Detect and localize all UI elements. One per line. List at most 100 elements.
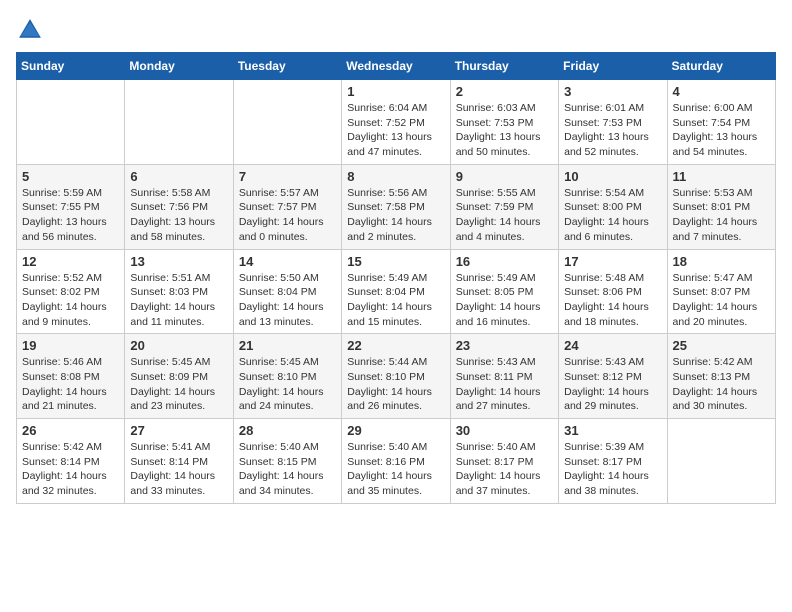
day-number: 30 [456, 423, 553, 438]
week-row-4: 19 Sunrise: 5:46 AMSunset: 8:08 PMDayligh… [17, 334, 776, 419]
day-number: 8 [347, 169, 444, 184]
day-cell-27: 27 Sunrise: 5:41 AMSunset: 8:14 PMDayligh… [125, 419, 233, 504]
day-info: Sunrise: 5:49 AMSunset: 8:05 PMDaylight:… [456, 271, 553, 330]
day-number: 31 [564, 423, 661, 438]
weekday-header-row: SundayMondayTuesdayWednesdayThursdayFrid… [17, 53, 776, 80]
day-info: Sunrise: 5:44 AMSunset: 8:10 PMDaylight:… [347, 355, 444, 414]
day-number: 10 [564, 169, 661, 184]
empty-cell [233, 80, 341, 165]
day-cell-30: 30Sunrise: 5:40 AMSunset: 8:17 PMDayligh… [450, 419, 558, 504]
day-cell-1: 1 Sunrise: 6:04 AMSunset: 7:52 PMDaylight… [342, 80, 450, 165]
day-info: Sunrise: 5:45 AMSunset: 8:09 PMDaylight:… [130, 355, 227, 414]
day-info: Sunrise: 5:43 AMSunset: 8:11 PMDaylight:… [456, 355, 553, 414]
day-number: 29 [347, 423, 444, 438]
day-info: Sunrise: 5:47 AMSunset: 8:07 PMDaylight:… [673, 271, 770, 330]
day-cell-17: 17 Sunrise: 5:48 AMSunset: 8:06 PMDayligh… [559, 249, 667, 334]
day-cell-5: 5 Sunrise: 5:59 AMSunset: 7:55 PMDaylight… [17, 164, 125, 249]
day-cell-18: 18 Sunrise: 5:47 AMSunset: 8:07 PMDayligh… [667, 249, 775, 334]
weekday-monday: Monday [125, 53, 233, 80]
day-info: Sunrise: 6:01 AMSunset: 7:53 PMDaylight:… [564, 101, 661, 160]
weekday-thursday: Thursday [450, 53, 558, 80]
day-cell-23: 23 Sunrise: 5:43 AMSunset: 8:11 PMDayligh… [450, 334, 558, 419]
weekday-sunday: Sunday [17, 53, 125, 80]
day-info: Sunrise: 5:55 AMSunset: 7:59 PMDaylight:… [456, 186, 553, 245]
day-info: Sunrise: 5:52 AMSunset: 8:02 PMDaylight:… [22, 271, 119, 330]
day-number: 1 [347, 84, 444, 99]
day-number: 4 [673, 84, 770, 99]
weekday-friday: Friday [559, 53, 667, 80]
day-info: Sunrise: 5:58 AMSunset: 7:56 PMDaylight:… [130, 186, 227, 245]
week-row-5: 26Sunrise: 5:42 AMSunset: 8:14 PMDayligh… [17, 419, 776, 504]
day-number: 22 [347, 338, 444, 353]
logo [16, 16, 48, 44]
day-info: Sunrise: 6:04 AMSunset: 7:52 PMDaylight:… [347, 101, 444, 160]
day-number: 5 [22, 169, 119, 184]
day-cell-10: 10 Sunrise: 5:54 AMSunset: 8:00 PMDayligh… [559, 164, 667, 249]
day-cell-24: 24Sunrise: 5:43 AMSunset: 8:12 PMDayligh… [559, 334, 667, 419]
day-cell-15: 15 Sunrise: 5:49 AMSunset: 8:04 PMDayligh… [342, 249, 450, 334]
day-number: 20 [130, 338, 227, 353]
day-info: Sunrise: 5:56 AMSunset: 7:58 PMDaylight:… [347, 186, 444, 245]
day-info: Sunrise: 5:39 AMSunset: 8:17 PMDaylight:… [564, 440, 661, 499]
day-number: 15 [347, 254, 444, 269]
logo-icon [16, 16, 44, 44]
day-cell-29: 29Sunrise: 5:40 AMSunset: 8:16 PMDayligh… [342, 419, 450, 504]
day-info: Sunrise: 5:40 AMSunset: 8:15 PMDaylight:… [239, 440, 336, 499]
day-number: 26 [22, 423, 119, 438]
day-info: Sunrise: 5:51 AMSunset: 8:03 PMDaylight:… [130, 271, 227, 330]
day-number: 27 [130, 423, 227, 438]
day-cell-3: 3 Sunrise: 6:01 AMSunset: 7:53 PMDaylight… [559, 80, 667, 165]
day-cell-16: 16 Sunrise: 5:49 AMSunset: 8:05 PMDayligh… [450, 249, 558, 334]
day-cell-26: 26Sunrise: 5:42 AMSunset: 8:14 PMDayligh… [17, 419, 125, 504]
week-row-2: 5 Sunrise: 5:59 AMSunset: 7:55 PMDaylight… [17, 164, 776, 249]
day-info: Sunrise: 6:03 AMSunset: 7:53 PMDaylight:… [456, 101, 553, 160]
day-cell-20: 20 Sunrise: 5:45 AMSunset: 8:09 PMDayligh… [125, 334, 233, 419]
day-cell-13: 13 Sunrise: 5:51 AMSunset: 8:03 PMDayligh… [125, 249, 233, 334]
calendar-table: SundayMondayTuesdayWednesdayThursdayFrid… [16, 52, 776, 504]
day-cell-22: 22 Sunrise: 5:44 AMSunset: 8:10 PMDayligh… [342, 334, 450, 419]
day-number: 21 [239, 338, 336, 353]
day-info: Sunrise: 5:41 AMSunset: 8:14 PMDaylight:… [130, 440, 227, 499]
day-number: 25 [673, 338, 770, 353]
day-cell-19: 19 Sunrise: 5:46 AMSunset: 8:08 PMDayligh… [17, 334, 125, 419]
day-info: Sunrise: 5:49 AMSunset: 8:04 PMDaylight:… [347, 271, 444, 330]
day-number: 13 [130, 254, 227, 269]
empty-cell [667, 419, 775, 504]
day-info: Sunrise: 5:59 AMSunset: 7:55 PMDaylight:… [22, 186, 119, 245]
day-number: 18 [673, 254, 770, 269]
day-info: Sunrise: 5:46 AMSunset: 8:08 PMDaylight:… [22, 355, 119, 414]
day-cell-28: 28 Sunrise: 5:40 AMSunset: 8:15 PMDayligh… [233, 419, 341, 504]
day-cell-21: 21 Sunrise: 5:45 AMSunset: 8:10 PMDayligh… [233, 334, 341, 419]
day-info: Sunrise: 5:54 AMSunset: 8:00 PMDaylight:… [564, 186, 661, 245]
day-info: Sunrise: 6:00 AMSunset: 7:54 PMDaylight:… [673, 101, 770, 160]
week-row-3: 12Sunrise: 5:52 AMSunset: 8:02 PMDayligh… [17, 249, 776, 334]
weekday-saturday: Saturday [667, 53, 775, 80]
empty-cell [17, 80, 125, 165]
day-number: 16 [456, 254, 553, 269]
day-number: 28 [239, 423, 336, 438]
day-number: 2 [456, 84, 553, 99]
day-number: 11 [673, 169, 770, 184]
week-row-1: 1 Sunrise: 6:04 AMSunset: 7:52 PMDaylight… [17, 80, 776, 165]
day-cell-8: 8 Sunrise: 5:56 AMSunset: 7:58 PMDaylight… [342, 164, 450, 249]
day-number: 19 [22, 338, 119, 353]
day-number: 6 [130, 169, 227, 184]
day-info: Sunrise: 5:45 AMSunset: 8:10 PMDaylight:… [239, 355, 336, 414]
day-cell-4: 4 Sunrise: 6:00 AMSunset: 7:54 PMDaylight… [667, 80, 775, 165]
day-number: 7 [239, 169, 336, 184]
day-cell-31: 31 Sunrise: 5:39 AMSunset: 8:17 PMDayligh… [559, 419, 667, 504]
day-cell-2: 2 Sunrise: 6:03 AMSunset: 7:53 PMDaylight… [450, 80, 558, 165]
day-info: Sunrise: 5:53 AMSunset: 8:01 PMDaylight:… [673, 186, 770, 245]
day-number: 24 [564, 338, 661, 353]
day-info: Sunrise: 5:42 AMSunset: 8:13 PMDaylight:… [673, 355, 770, 414]
day-number: 17 [564, 254, 661, 269]
day-cell-14: 14Sunrise: 5:50 AMSunset: 8:04 PMDayligh… [233, 249, 341, 334]
weekday-wednesday: Wednesday [342, 53, 450, 80]
day-number: 23 [456, 338, 553, 353]
weekday-tuesday: Tuesday [233, 53, 341, 80]
header [16, 16, 776, 44]
day-number: 3 [564, 84, 661, 99]
day-info: Sunrise: 5:48 AMSunset: 8:06 PMDaylight:… [564, 271, 661, 330]
empty-cell [125, 80, 233, 165]
day-cell-7: 7Sunrise: 5:57 AMSunset: 7:57 PMDaylight… [233, 164, 341, 249]
